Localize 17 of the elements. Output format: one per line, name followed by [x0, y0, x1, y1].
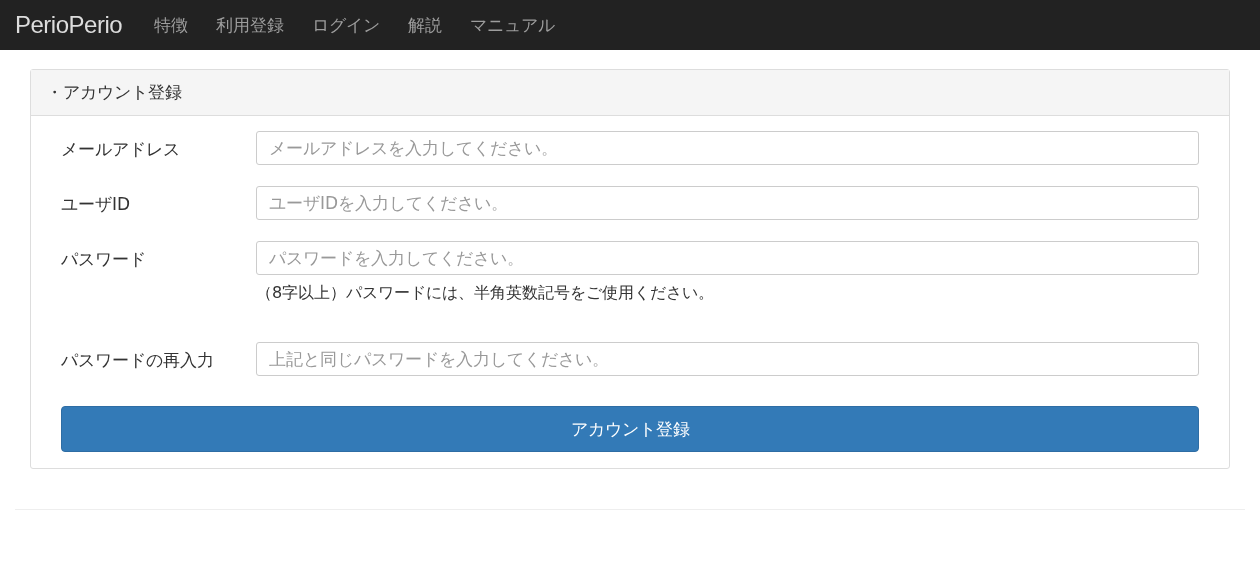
input-field[interactable]: メールアドレスを入力してください。 [256, 131, 1199, 165]
submit-button[interactable]: アカウント登録 [61, 406, 1199, 452]
panel-title: ・アカウント登録 [46, 81, 182, 104]
input-field[interactable]: 上記と同じパスワードを入力してください。 [256, 342, 1199, 376]
input-field[interactable]: ユーザIDを入力してください。 [256, 186, 1199, 220]
nav-link[interactable]: 利用登録 [216, 13, 285, 37]
field-label: パスワード [61, 248, 147, 271]
field-label: パスワードの再入力 [61, 349, 215, 372]
field-label: メールアドレス [61, 138, 181, 161]
brand-logo[interactable]: PerioPerio [15, 11, 123, 39]
help-text: （8字以上）パスワードには、半角英数記号をご使用ください。 [256, 283, 716, 304]
nav-link[interactable]: マニュアル [470, 13, 556, 37]
input-field[interactable]: パスワードを入力してください。 [256, 241, 1199, 275]
nav-link[interactable]: 特徴 [154, 13, 189, 37]
nav-link[interactable]: 解説 [408, 13, 443, 37]
nav-link[interactable]: ログイン [312, 13, 381, 37]
field-label: ユーザID [61, 193, 132, 216]
